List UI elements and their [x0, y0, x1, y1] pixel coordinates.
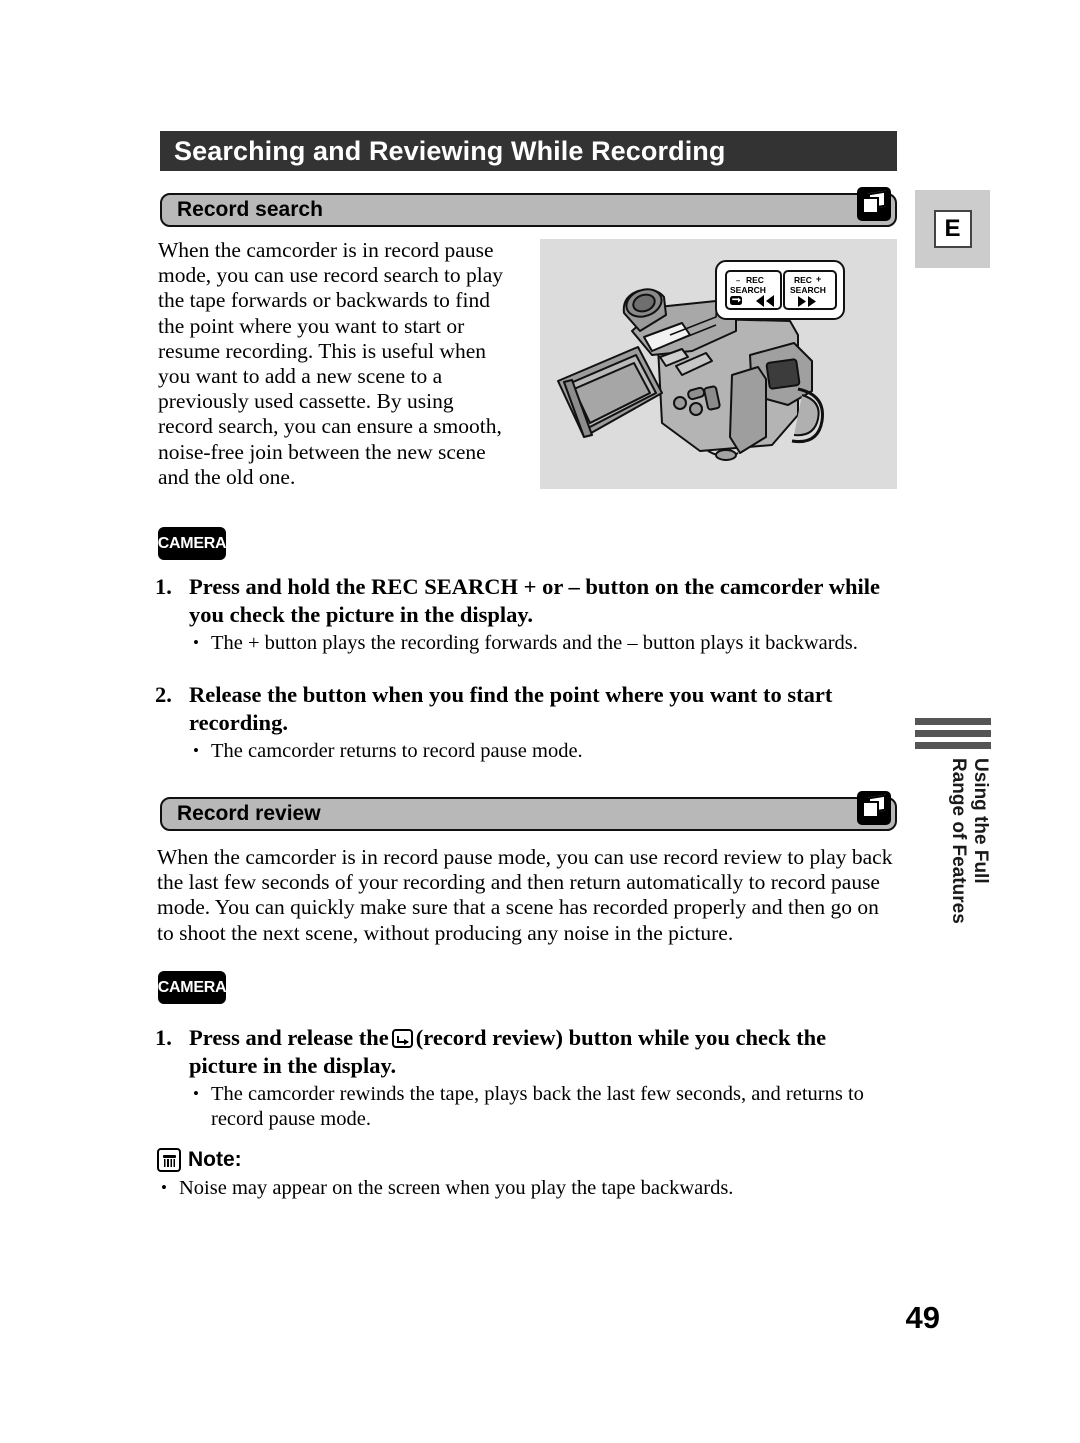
camcorder-illustration: – REC SEARCH REC + SEARCH — [540, 239, 897, 489]
step-bullets: The camcorder returns to record pause mo… — [189, 738, 897, 764]
note-label: Note: — [188, 1148, 242, 1171]
note-bullets: Noise may appear on the screen when you … — [157, 1175, 897, 1201]
tab-bar — [915, 730, 991, 737]
step-bullets: The + button plays the recording forward… — [189, 630, 897, 656]
bullet-item: The + button plays the recording forward… — [189, 630, 897, 656]
section-header-record-review: Record review — [160, 791, 897, 831]
step-2-record-search: 2. Release the button when you find the … — [155, 681, 897, 764]
side-tab-text: Using the Full Range of Features — [915, 758, 991, 988]
step-heading: Release the button when you find the poi… — [189, 682, 833, 735]
svg-text:SEARCH: SEARCH — [730, 285, 766, 295]
mode-badge-label: CAMERA — [157, 978, 227, 996]
mode-badge-camera: CAMERA — [157, 527, 227, 560]
step-number: 1. — [155, 1025, 172, 1050]
record-review-icon — [391, 1029, 413, 1048]
svg-text:–: – — [736, 276, 740, 285]
bullet-item: Noise may appear on the screen when you … — [157, 1175, 897, 1201]
page-title: Searching and Reviewing While Recording — [174, 135, 726, 166]
cassette-icon — [857, 791, 891, 830]
step-1-record-review: 1. Press and release the (record review) … — [155, 1024, 897, 1132]
note-block: Note: Noise may appear on the screen whe… — [157, 1148, 897, 1201]
svg-text:+: + — [816, 274, 821, 284]
tab-bar — [915, 718, 991, 725]
svg-text:REC: REC — [794, 275, 812, 285]
step-heading-part-1: Press and release the — [189, 1025, 389, 1050]
tab-bar — [915, 742, 991, 749]
step-heading: Press and release the (record review) but… — [189, 1024, 897, 1080]
record-search-intro: When the camcorder is in record pause mo… — [158, 238, 504, 489]
section-header-record-search: Record search — [160, 187, 897, 227]
mode-badge-label: CAMERA — [157, 534, 227, 552]
bullet-item: The camcorder rewinds the tape, plays ba… — [189, 1081, 897, 1132]
step-number: 1. — [155, 574, 172, 599]
mode-badge-camera: CAMERA — [157, 971, 227, 1004]
step-bullets: The camcorder rewinds the tape, plays ba… — [189, 1081, 897, 1132]
record-review-intro: When the camcorder is in record pause mo… — [157, 845, 893, 945]
step-1-record-search: 1. Press and hold the REC SEARCH + or – … — [155, 573, 897, 656]
language-badge-letter: E — [933, 210, 972, 248]
side-tab-chapter-marker: Using the Full Range of Features — [915, 718, 991, 948]
cassette-icon — [857, 187, 891, 226]
note-heading: Note: — [157, 1148, 897, 1172]
page-number: 49 — [905, 1300, 940, 1335]
step-heading: Press and hold the REC SEARCH + or – but… — [189, 574, 880, 627]
page-title-bar: Searching and Reviewing While Recording — [160, 131, 897, 171]
section-heading-label: Record search — [177, 198, 323, 221]
language-badge: E — [915, 190, 990, 268]
svg-text:SEARCH: SEARCH — [790, 285, 826, 295]
note-icon — [157, 1148, 181, 1172]
svg-text:REC: REC — [746, 275, 764, 285]
side-tab-line-1: Using the Full — [970, 758, 991, 884]
camcorder-drawing: – REC SEARCH REC + SEARCH — [557, 260, 845, 461]
section-heading-label: Record review — [177, 802, 321, 825]
bullet-item: The camcorder returns to record pause mo… — [189, 738, 897, 764]
rec-search-callout: – REC SEARCH REC + SEARCH — [715, 260, 845, 320]
step-number: 2. — [155, 682, 172, 707]
side-tab-line-2: Range of Features — [948, 758, 969, 924]
